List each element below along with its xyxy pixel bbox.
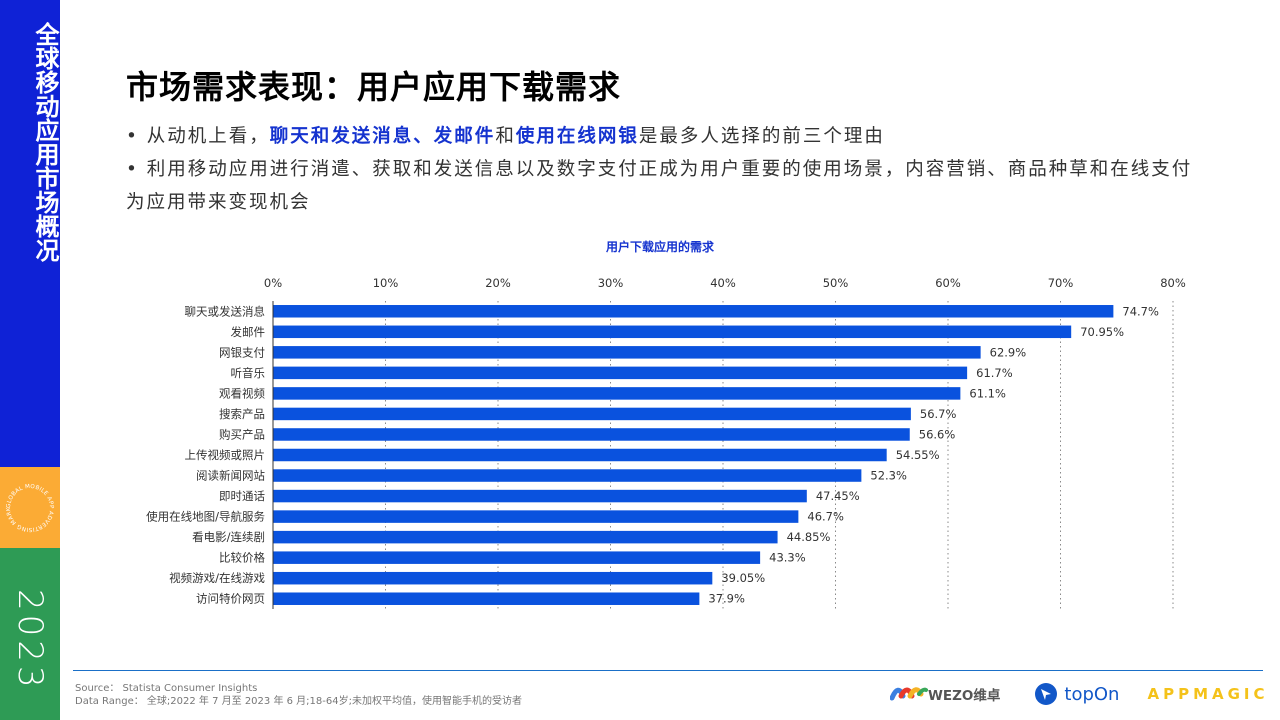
category-label: 访问特价网页 [196, 592, 265, 606]
category-label: 视频游戏/在线游戏 [169, 571, 265, 585]
category-label: 搜索产品 [219, 407, 265, 421]
data-label: 54.55% [896, 448, 940, 462]
bar [273, 387, 961, 400]
data-label: 61.1% [969, 386, 1006, 400]
bar [273, 448, 887, 462]
wezo-logo-text: WEZO维卓 [928, 688, 1001, 704]
bar [273, 366, 968, 380]
x-tick-label: 0% [264, 276, 282, 290]
bar [273, 428, 910, 441]
x-tick-label: 70% [1048, 276, 1074, 290]
x-tick-label: 80% [1160, 276, 1186, 290]
category-label: 看电影/连续剧 [192, 530, 265, 544]
appmagic-logo: APPMAGIC [1147, 685, 1269, 703]
bar [273, 551, 761, 564]
category-label: 比较价格 [219, 551, 265, 565]
category-label: 聊天或发送消息 [185, 304, 266, 318]
bar [273, 592, 700, 605]
data-label: 37.9% [708, 592, 745, 606]
x-tick-label: 30% [598, 276, 624, 290]
data-label: 56.7% [920, 407, 957, 421]
bar [273, 571, 713, 585]
data-label: 47.45% [816, 489, 860, 503]
category-label: 阅读新闻网站 [196, 469, 265, 483]
data-label: 61.7% [976, 366, 1013, 380]
category-label: 观看视频 [219, 386, 265, 400]
x-tick-label: 50% [823, 276, 849, 290]
wezo-logo-icon [890, 687, 928, 701]
bar [273, 510, 799, 523]
data-label: 56.6% [919, 427, 956, 441]
topon-logo: topOn [1034, 682, 1119, 706]
bar [273, 325, 1072, 339]
data-label: 52.3% [870, 469, 907, 483]
bar-chart: 0% 10% 20% 30% 40% 50% 60% 70% 80% 聊天或发送消息 74.7% 发邮… [146, 276, 1186, 609]
data-label: 70.95% [1080, 325, 1124, 339]
topon-logo-icon [1035, 683, 1058, 705]
source-text: Source： Statista Consumer Insights [75, 683, 258, 694]
data-label: 46.7% [807, 510, 844, 524]
data-range-text: Data Range： 全球;2022 年 7 月至 2023 年 6 月;18… [75, 696, 522, 707]
x-tick-label: 60% [935, 276, 961, 290]
x-tick-label: 20% [485, 276, 511, 290]
category-label: 网银支付 [219, 345, 265, 359]
bar [273, 469, 862, 482]
x-tick-label: 40% [710, 276, 736, 290]
footer-divider [73, 670, 1263, 671]
data-label: 44.85% [787, 530, 831, 544]
category-label: 发邮件 [231, 325, 266, 339]
topon-logo-text: topOn [1064, 683, 1120, 705]
category-label: 上传视频或照片 [185, 448, 266, 462]
bar [273, 346, 981, 359]
data-label: 43.3% [769, 551, 806, 565]
bar [273, 530, 778, 544]
bar [273, 305, 1114, 318]
bar [273, 489, 807, 503]
x-tick-label: 10% [373, 276, 399, 290]
data-label: 39.05% [721, 571, 765, 585]
wezo-logo: WEZO维卓 [890, 684, 1000, 704]
category-label: 即时通话 [219, 489, 265, 503]
category-label: 购买产品 [219, 427, 265, 441]
bar [273, 407, 911, 421]
data-label: 62.9% [990, 345, 1027, 359]
footer-source: Source： Statista Consumer Insights Data … [75, 682, 522, 708]
category-label: 使用在线地图/导航服务 [146, 510, 265, 524]
partner-logos: WEZO维卓 topOn APPMAGIC [890, 678, 1269, 710]
category-label: 听音乐 [231, 366, 266, 380]
data-label: 74.7% [1122, 304, 1159, 318]
